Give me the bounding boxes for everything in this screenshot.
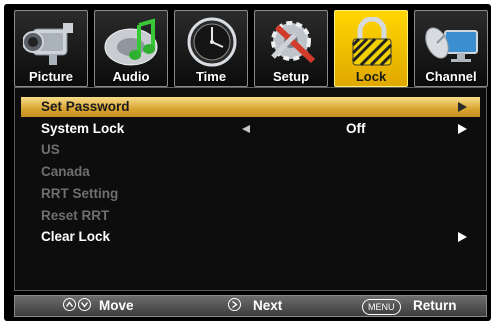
tab-channel[interactable]: Channel [414, 10, 488, 87]
menu-item-set-password[interactable]: Set Password [21, 97, 480, 117]
tab-label: Channel [425, 69, 477, 84]
menu-item-label: Clear Lock [41, 229, 111, 244]
tab-label: Setup [272, 69, 310, 84]
menu-item-label: Canada [41, 164, 90, 179]
chevron-right-icon [458, 102, 467, 112]
menu-item-reset-rrt: Reset RRT [21, 206, 480, 226]
chevron-left-icon[interactable] [242, 125, 250, 133]
menu-item-label: US [41, 142, 60, 157]
key-hint-bar: Move Next MENU Return [14, 295, 487, 317]
tab-label: Picture [28, 69, 74, 84]
up-arrow-key-icon [63, 298, 76, 311]
menu-item-label: Set Password [41, 99, 130, 114]
down-arrow-key-icon [78, 298, 91, 311]
tab-setup[interactable]: Setup [254, 10, 328, 87]
camcorder-icon [23, 23, 73, 65]
lock-menu-panel: Set Password System Lock Off US Canada R… [14, 87, 487, 291]
menu-item-label: RRT Setting [41, 186, 119, 201]
satellite-dish-icon [425, 27, 478, 62]
tab-lock[interactable]: Lock [334, 10, 408, 87]
gear-tools-icon [271, 21, 316, 64]
chevron-right-icon[interactable] [458, 232, 467, 242]
right-arrow-key-icon [228, 298, 241, 311]
next-hint-label: Next [253, 298, 283, 313]
tab-audio[interactable]: Audio [94, 10, 168, 87]
tab-label: Time [195, 69, 227, 84]
tv-osd-screen: Picture Audio Time Setup Lock Channel Se… [4, 4, 491, 321]
tab-label: Lock [355, 69, 387, 84]
menu-item-label: System Lock [41, 121, 125, 136]
music-note-icon [104, 18, 158, 66]
tab-bar: Picture Audio Time Setup Lock Channel [14, 10, 488, 90]
menu-item-clear-lock[interactable]: Clear Lock [21, 227, 480, 247]
tab-time[interactable]: Time [174, 10, 248, 87]
system-lock-value: Off [346, 121, 366, 136]
tab-label: Audio [112, 69, 150, 84]
menu-item-system-lock[interactable]: System Lock Off [21, 119, 480, 139]
move-hint-label: Move [99, 298, 134, 313]
menu-item-us: US [21, 140, 480, 160]
return-hint-label: Return [413, 298, 457, 313]
menu-item-label: Reset RRT [41, 208, 110, 223]
tab-picture[interactable]: Picture [14, 10, 88, 87]
menu-item-rrt-setting: RRT Setting [21, 184, 480, 204]
menu-key-icon: MENU [362, 299, 401, 315]
chevron-right-icon[interactable] [458, 124, 467, 134]
menu-item-canada: Canada [21, 162, 480, 182]
padlock-icon [351, 17, 393, 67]
clock-icon [187, 17, 237, 67]
